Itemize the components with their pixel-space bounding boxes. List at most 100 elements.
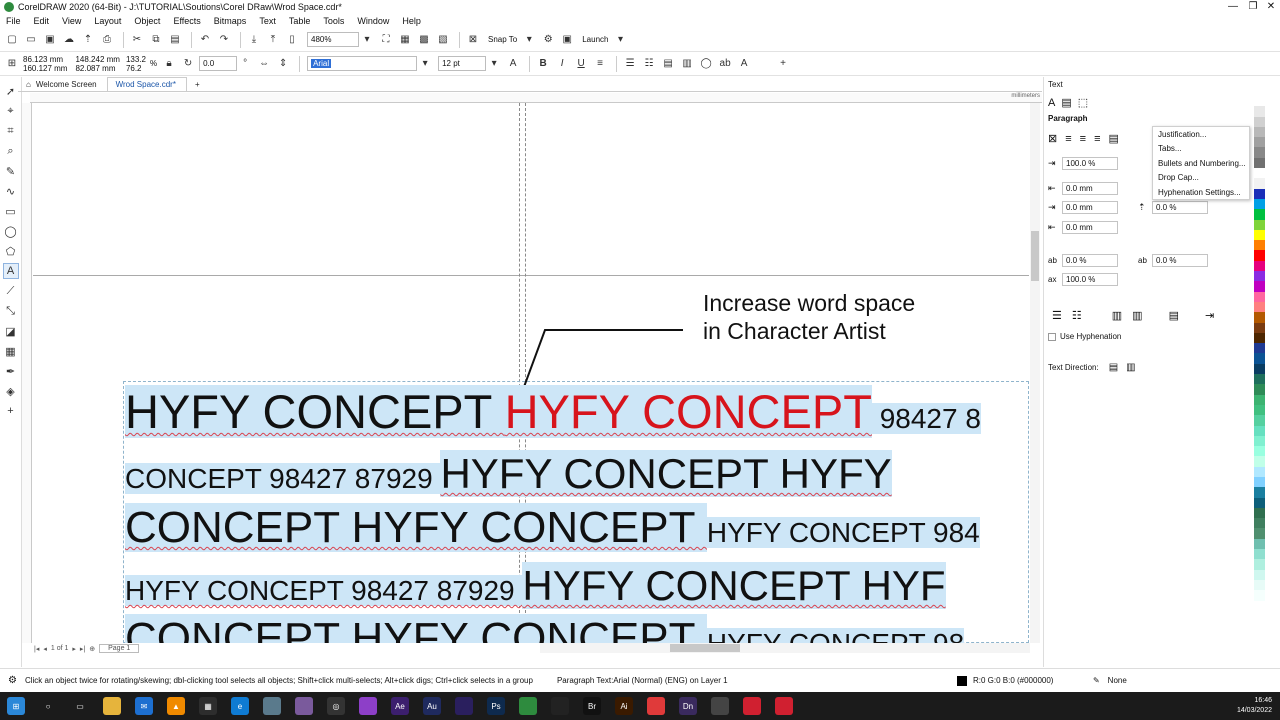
- tab-settings-icon[interactable]: ⇥: [1205, 309, 1214, 322]
- task-view-icon[interactable]: ▭: [71, 697, 89, 715]
- color-swatch[interactable]: [1254, 343, 1265, 354]
- snap-icon[interactable]: ⊠: [465, 32, 481, 48]
- color-swatch[interactable]: [1254, 487, 1265, 498]
- width-field[interactable]: 148.242 mm: [75, 55, 119, 64]
- indent-pct-field[interactable]: 100.0 %: [1062, 157, 1118, 170]
- character-icon[interactable]: A: [1048, 97, 1055, 109]
- bullet-list-icon[interactable]: ☰: [622, 56, 638, 72]
- premiere-icon[interactable]: [455, 697, 473, 715]
- freehand-tool-icon[interactable]: ✎: [3, 163, 19, 179]
- height-field[interactable]: 82.087 mm: [75, 64, 119, 73]
- color-swatch[interactable]: [1254, 466, 1265, 477]
- menu-item-bullets-numbering[interactable]: Bullets and Numbering...: [1153, 156, 1249, 171]
- coreldraw-taskbar-icon[interactable]: [519, 697, 537, 715]
- indent-decrease-icon[interactable]: ▥: [1112, 309, 1122, 322]
- color-swatch[interactable]: [1254, 600, 1265, 611]
- text-line-5[interactable]: CONCEPT HYFY CONCEPT HYFY CONCEPT 98: [125, 613, 965, 643]
- app-icon[interactable]: [743, 697, 761, 715]
- menu-table[interactable]: Table: [289, 16, 311, 26]
- color-swatch[interactable]: [1254, 188, 1265, 199]
- underline-button[interactable]: U: [573, 56, 589, 72]
- cut-icon[interactable]: ✂: [129, 32, 145, 48]
- text-tool-icon[interactable]: A: [2, 263, 19, 279]
- align-right-icon[interactable]: ≡: [1094, 133, 1100, 145]
- pick-tool-icon[interactable]: ➚: [3, 83, 19, 99]
- color-swatch[interactable]: [1254, 271, 1265, 282]
- color-swatch[interactable]: [1254, 332, 1265, 344]
- x-position-field[interactable]: 86.123 mm: [23, 55, 67, 64]
- first-line-field[interactable]: 0.0 mm: [1062, 182, 1118, 195]
- color-swatch[interactable]: [1254, 137, 1265, 148]
- color-swatch[interactable]: [1254, 168, 1265, 179]
- bullets-icon[interactable]: ☰: [1052, 309, 1062, 322]
- mail-icon[interactable]: ✉: [135, 697, 153, 715]
- color-swatch[interactable]: [1254, 446, 1265, 457]
- color-swatch[interactable]: [1254, 281, 1265, 292]
- color-swatch[interactable]: [1254, 178, 1265, 189]
- numbered-list-icon[interactable]: ☷: [641, 56, 657, 72]
- paragraph-icon[interactable]: ▤: [1061, 96, 1071, 109]
- color-swatch[interactable]: [1254, 507, 1265, 519]
- chevron-down-icon[interactable]: ▾: [521, 32, 537, 48]
- crop-tool-icon[interactable]: ⌗: [3, 123, 19, 139]
- horizontal-direction-icon[interactable]: ▤: [1109, 362, 1118, 373]
- right-indent-field[interactable]: 0.0 mm: [1062, 221, 1118, 234]
- copy-icon[interactable]: ⧉: [148, 32, 164, 48]
- menu-item-drop-cap[interactable]: Drop Cap...: [1153, 171, 1249, 186]
- color-swatch[interactable]: [1254, 415, 1265, 426]
- search-icon[interactable]: ○: [39, 697, 57, 715]
- rotate-icon[interactable]: ↻: [180, 56, 196, 72]
- rectangle-tool-icon[interactable]: ▭: [3, 203, 19, 219]
- color-swatch[interactable]: [1254, 384, 1265, 395]
- file-explorer-icon[interactable]: [103, 697, 121, 715]
- italic-button[interactable]: I: [554, 56, 570, 72]
- menu-file[interactable]: File: [6, 16, 21, 26]
- object-origin-icon[interactable]: ⊞: [4, 56, 20, 72]
- add-icon[interactable]: +: [775, 56, 791, 72]
- menu-tools[interactable]: Tools: [323, 16, 344, 26]
- save-icon[interactable]: ▣: [42, 32, 58, 48]
- menu-object[interactable]: Object: [134, 16, 160, 26]
- color-swatch[interactable]: [1254, 528, 1265, 539]
- color-swatch[interactable]: [1254, 250, 1265, 261]
- color-swatch[interactable]: [1254, 106, 1265, 117]
- zoom-level-field[interactable]: 480%: [307, 32, 359, 47]
- scale-x-field[interactable]: 133.2: [126, 55, 146, 64]
- store-icon[interactable]: ▦: [199, 697, 217, 715]
- add-tool-icon[interactable]: +: [3, 403, 19, 419]
- color-swatch[interactable]: [1254, 240, 1265, 251]
- upload-icon[interactable]: ⇡: [80, 32, 96, 48]
- ellipse-tool-icon[interactable]: ◯: [3, 223, 19, 239]
- color-swatch[interactable]: [1254, 301, 1265, 313]
- menu-item-hyphenation-settings[interactable]: Hyphenation Settings...: [1153, 185, 1249, 200]
- guidelines-icon[interactable]: ▧: [435, 32, 451, 48]
- horizontal-scrollbar[interactable]: [540, 643, 1030, 653]
- text-properties-icon[interactable]: ◯: [698, 56, 714, 72]
- vertical-ruler[interactable]: [22, 103, 32, 643]
- text-line-4[interactable]: HYFY CONCEPT 98427 87929 HYFY CONCEPT HY…: [125, 562, 946, 615]
- tab-welcome-screen[interactable]: ⌂ Welcome Screen: [18, 78, 107, 91]
- tab-wrod-space[interactable]: Wrod Space.cdr*: [106, 77, 187, 91]
- rotation-field[interactable]: 0.0: [199, 56, 238, 71]
- word-spacing-field[interactable]: 0.0 %: [1152, 254, 1208, 267]
- text-frame-icon[interactable]: A: [736, 56, 752, 72]
- settings-gear-icon[interactable]: ⚙: [8, 675, 17, 686]
- audition-icon[interactable]: Au: [423, 697, 441, 715]
- color-swatch[interactable]: [1254, 476, 1265, 488]
- new-tab-button[interactable]: +: [187, 78, 210, 91]
- color-swatch[interactable]: [1254, 96, 1265, 107]
- dimension-icon[interactable]: Dn: [679, 697, 697, 715]
- color-swatch[interactable]: [1254, 590, 1265, 601]
- app-icon[interactable]: ◎: [327, 697, 345, 715]
- color-swatch[interactable]: [1254, 229, 1265, 241]
- color-swatch[interactable]: [1254, 538, 1265, 550]
- color-swatch[interactable]: [1254, 353, 1265, 364]
- color-swatch[interactable]: [1254, 157, 1265, 169]
- font-size-scale-icon[interactable]: A: [505, 56, 521, 72]
- menu-item-justification[interactable]: Justification...: [1153, 127, 1249, 142]
- char-spacing-field[interactable]: 0.0 %: [1062, 254, 1118, 267]
- color-swatch[interactable]: [1254, 425, 1265, 436]
- import-icon[interactable]: ⤓: [246, 32, 262, 48]
- parallel-dimension-icon[interactable]: ⟋: [3, 283, 19, 299]
- menu-view[interactable]: View: [62, 16, 81, 26]
